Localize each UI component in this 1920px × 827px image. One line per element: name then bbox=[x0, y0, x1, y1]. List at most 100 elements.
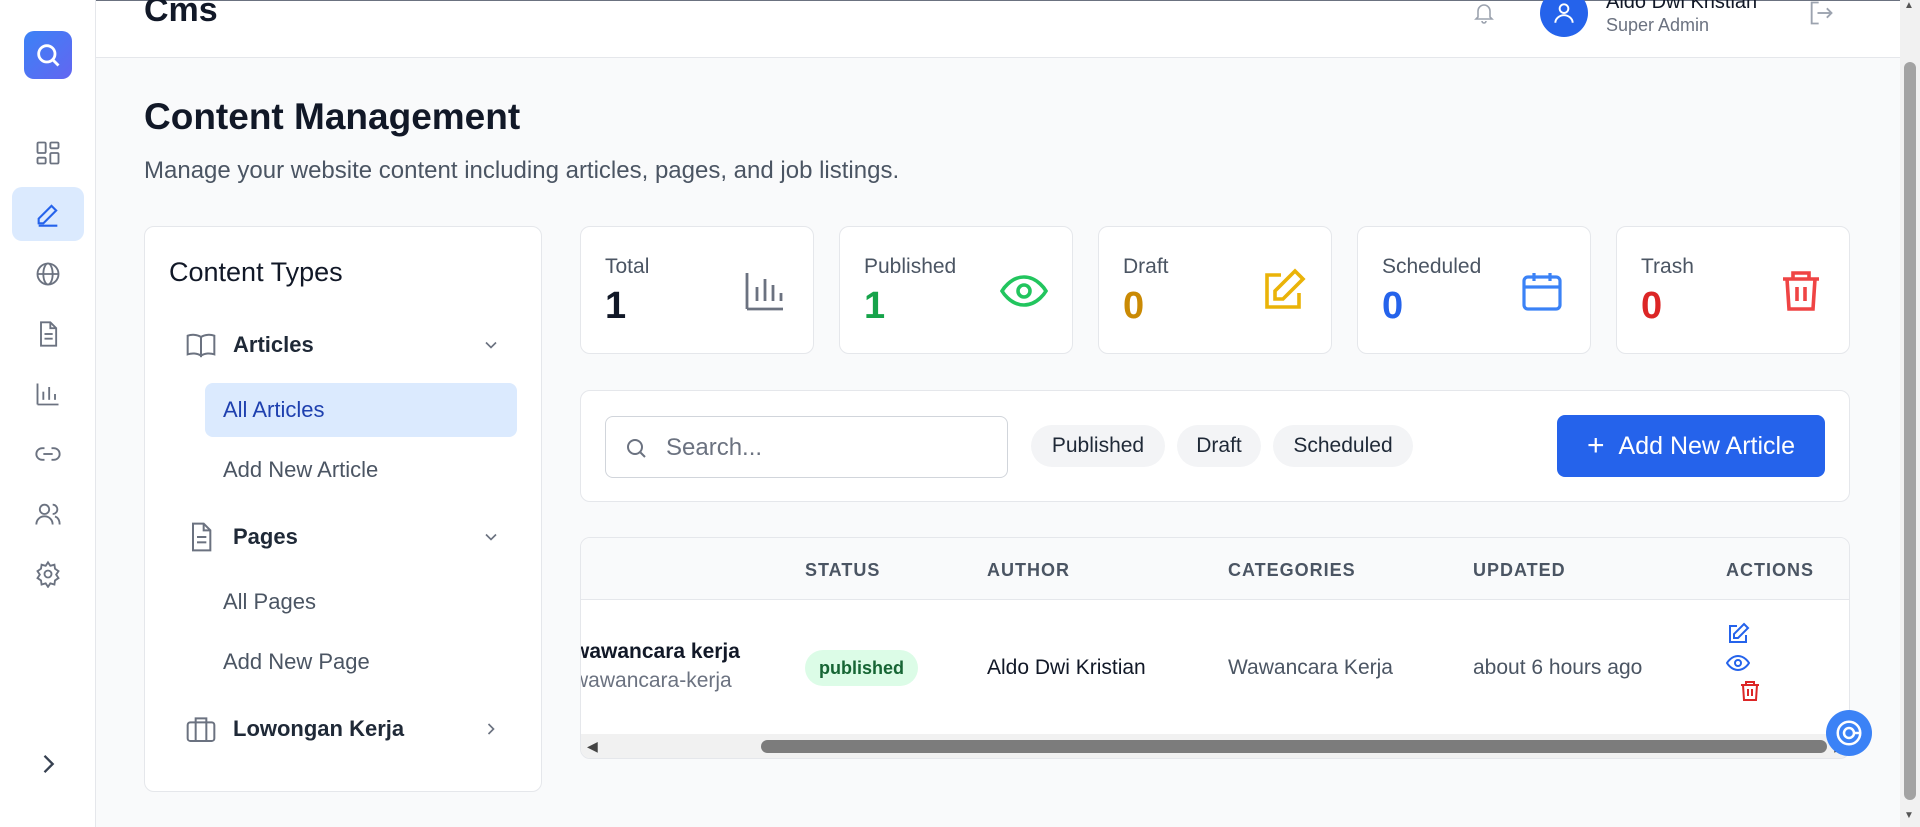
bar-chart-icon bbox=[745, 273, 783, 311]
sidebar-item-documents[interactable] bbox=[12, 307, 84, 361]
trash-icon bbox=[1783, 271, 1819, 311]
column-header-author[interactable]: AUTHOR bbox=[987, 560, 1070, 581]
stat-label: Published bbox=[864, 255, 957, 278]
top-header: Cms Aldo Dwi Kristian Super Admin bbox=[96, 0, 1900, 58]
filter-chip-scheduled[interactable]: Scheduled bbox=[1273, 425, 1413, 467]
type-group-lowongan-kerja[interactable]: Lowongan Kerja bbox=[169, 707, 521, 751]
sidebar-item-website[interactable] bbox=[12, 247, 84, 301]
article-updated: about 6 hours ago bbox=[1473, 656, 1643, 679]
sub-item-add-new-article[interactable]: Add New Article bbox=[205, 443, 517, 497]
horizontal-scrollbar-thumb[interactable] bbox=[761, 740, 1827, 753]
bell-icon[interactable] bbox=[1468, 1, 1500, 25]
calendar-icon bbox=[1522, 273, 1562, 311]
filter-bar: Published Draft Scheduled + Add New Arti… bbox=[580, 390, 1850, 502]
stat-label: Draft bbox=[1123, 255, 1169, 278]
type-group-label: Lowongan Kerja bbox=[233, 716, 405, 741]
sidebar-item-analytics[interactable] bbox=[12, 367, 84, 421]
stat-label: Total bbox=[605, 255, 650, 278]
stat-card-draft: Draft 0 bbox=[1098, 226, 1332, 354]
avatar[interactable] bbox=[1540, 0, 1588, 37]
search-input[interactable] bbox=[666, 429, 996, 467]
chevron-right-icon bbox=[487, 723, 495, 735]
user-role: Super Admin bbox=[1606, 15, 1710, 35]
edit-icon bbox=[1265, 268, 1306, 309]
app-title: Cms bbox=[144, 0, 218, 29]
logo-search-icon[interactable] bbox=[24, 31, 72, 79]
vertical-scrollbar[interactable]: ▲ ▼ bbox=[1900, 0, 1920, 827]
chevron-down-icon bbox=[485, 341, 497, 349]
scroll-up-icon[interactable]: ▲ bbox=[1904, 0, 1914, 11]
users-icon bbox=[35, 503, 61, 525]
table-header: STATUS AUTHOR CATEGORIES UPDATED ACTIONS bbox=[581, 538, 1849, 600]
sidebar-item-settings[interactable] bbox=[12, 547, 84, 601]
stat-card-scheduled: Scheduled 0 bbox=[1357, 226, 1591, 354]
sidebar bbox=[0, 0, 96, 827]
filter-chip-published[interactable]: Published bbox=[1031, 425, 1165, 467]
sidebar-item-users[interactable] bbox=[12, 487, 84, 541]
content-types-panel: Content Types Articles All Articles Add … bbox=[144, 226, 542, 792]
type-group-pages[interactable]: Pages bbox=[169, 515, 521, 559]
edit-icon[interactable] bbox=[1726, 622, 1750, 646]
stat-card-published: Published 1 bbox=[839, 226, 1073, 354]
stat-label: Trash bbox=[1641, 255, 1694, 278]
sub-item-add-new-page[interactable]: Add New Page bbox=[205, 635, 517, 689]
stat-card-total: Total 1 bbox=[580, 226, 814, 354]
horizontal-scrollbar[interactable]: ◀ ▶ bbox=[581, 734, 1849, 758]
articles-table: STATUS AUTHOR CATEGORIES UPDATED ACTIONS… bbox=[580, 537, 1850, 759]
add-new-article-button[interactable]: + Add New Article bbox=[1557, 415, 1825, 477]
search-icon bbox=[627, 439, 646, 458]
sub-item-all-pages[interactable]: All Pages bbox=[205, 575, 517, 629]
article-categories: Wawancara Kerja bbox=[1228, 656, 1393, 679]
article-slug: wawancara-kerja bbox=[580, 669, 732, 692]
type-group-label: Articles bbox=[233, 332, 314, 357]
stat-value: 0 bbox=[1382, 285, 1404, 327]
link-icon bbox=[35, 447, 61, 461]
page-subtitle: Manage your website content including ar… bbox=[144, 157, 900, 184]
search-box bbox=[605, 416, 1008, 478]
briefcase-icon bbox=[186, 717, 216, 742]
pencil-icon bbox=[37, 204, 58, 227]
trash-icon[interactable] bbox=[1738, 679, 1762, 703]
column-header-categories[interactable]: CATEGORIES bbox=[1228, 560, 1356, 581]
sub-item-all-articles[interactable]: All Articles bbox=[205, 383, 517, 437]
article-author: Aldo Dwi Kristian bbox=[987, 656, 1146, 679]
stat-value: 0 bbox=[1123, 285, 1145, 327]
stat-value: 0 bbox=[1641, 285, 1663, 327]
gear-icon bbox=[36, 560, 60, 588]
bar-chart-icon bbox=[36, 383, 59, 406]
type-group-articles[interactable]: Articles bbox=[169, 323, 521, 367]
eye-icon[interactable] bbox=[1726, 651, 1750, 675]
column-header-status[interactable]: STATUS bbox=[805, 560, 880, 581]
eye-icon bbox=[1000, 275, 1048, 307]
chevron-down-icon bbox=[485, 533, 497, 541]
add-new-article-label: Add New Article bbox=[1618, 431, 1795, 460]
assistant-icon bbox=[1836, 720, 1862, 746]
document-icon bbox=[192, 522, 212, 552]
article-title[interactable]: wawancara kerja bbox=[581, 640, 740, 664]
type-group-label: Pages bbox=[233, 524, 298, 549]
column-header-actions: ACTIONS bbox=[1726, 560, 1814, 580]
logout-icon[interactable] bbox=[1806, 0, 1836, 27]
user-icon bbox=[1554, 3, 1574, 23]
document-icon bbox=[40, 321, 58, 347]
stat-card-trash: Trash 0 bbox=[1616, 226, 1850, 354]
user-name: Aldo Dwi Kristian bbox=[1606, 0, 1758, 13]
floating-assistant-button[interactable] bbox=[1826, 710, 1872, 756]
stat-label: Scheduled bbox=[1382, 255, 1482, 278]
filter-chip-draft[interactable]: Draft bbox=[1177, 425, 1261, 467]
page-title: Content Management bbox=[144, 96, 521, 137]
sidebar-item-dashboard[interactable] bbox=[12, 126, 84, 180]
scrollbar-thumb[interactable] bbox=[1904, 62, 1916, 800]
sidebar-item-links[interactable] bbox=[12, 427, 84, 481]
dashboard-icon bbox=[36, 141, 60, 165]
book-icon bbox=[186, 333, 216, 358]
stat-value: 1 bbox=[605, 285, 627, 327]
sidebar-expand-button[interactable] bbox=[12, 737, 84, 791]
column-header-updated[interactable]: UPDATED bbox=[1473, 560, 1566, 581]
status-badge: published bbox=[805, 650, 918, 686]
sidebar-item-content[interactable] bbox=[12, 187, 84, 241]
stat-value: 1 bbox=[864, 285, 886, 327]
scroll-down-icon[interactable]: ▼ bbox=[1904, 810, 1914, 821]
scroll-left-icon[interactable]: ◀ bbox=[587, 738, 598, 755]
plus-icon: + bbox=[1587, 429, 1605, 462]
